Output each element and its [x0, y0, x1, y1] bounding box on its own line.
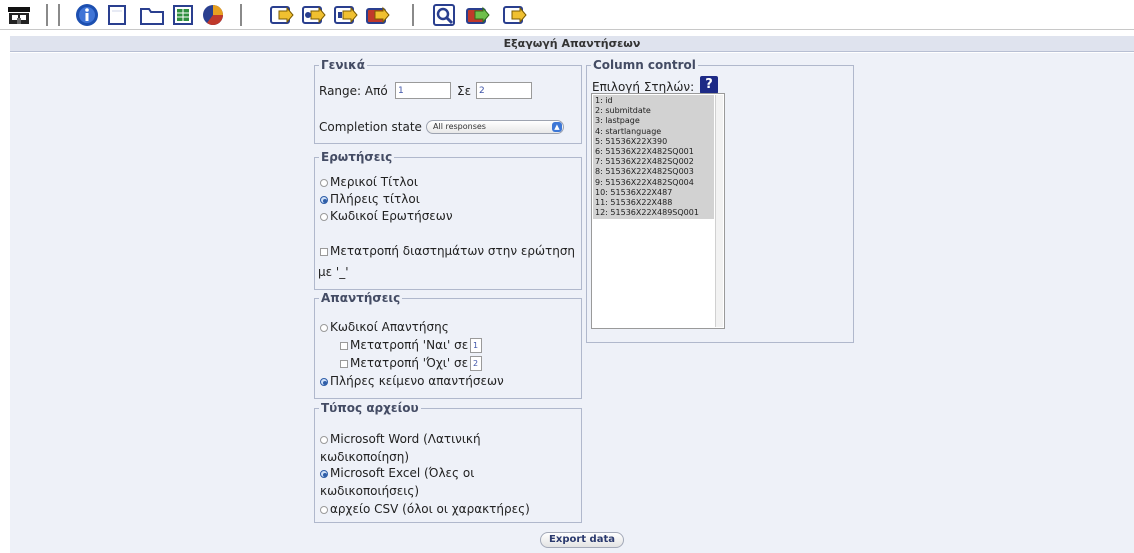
- column-option[interactable]: 5: 51536X22X390: [595, 137, 712, 147]
- range-to-label: Σε: [457, 84, 472, 98]
- csv-option[interactable]: αρχείο CSV (όλοι οι χαρακτήρες): [320, 502, 530, 516]
- column-option[interactable]: 9: 51536X22X482SQ004: [595, 178, 712, 188]
- question-codes-option[interactable]: Κωδικοί Ερωτήσεων: [320, 209, 453, 223]
- questions-legend: Ερωτήσεις: [321, 150, 393, 164]
- page-title: Εξαγωγή Απαντήσεων: [10, 36, 1134, 52]
- column-option[interactable]: 12: 51536X22X489SQ001: [595, 208, 712, 218]
- column-option[interactable]: 2: submitdate: [595, 106, 712, 116]
- column-option[interactable]: 1: id: [595, 96, 712, 106]
- listbox-scrollbar[interactable]: [715, 95, 723, 327]
- export-data-button[interactable]: Export data: [540, 532, 624, 548]
- column-option[interactable]: 10: 51536X22X487: [595, 188, 712, 198]
- export-arrow-icon[interactable]: [332, 3, 360, 27]
- convert-spaces-option[interactable]: Μετατροπή διαστημάτων στην ερώτηση: [320, 244, 575, 258]
- answer-full-text-label: Πλήρες κείμενο απαντήσεων: [330, 374, 504, 388]
- checkbox[interactable]: [340, 359, 348, 368]
- chevron-down-icon: ▲: [552, 122, 562, 132]
- columns-listbox[interactable]: 1: id 2: submitdate 3: lastpage 4: startlan…: [591, 93, 725, 329]
- column-option[interactable]: 7: 51536X22X482SQ002: [595, 157, 712, 167]
- convert-no-label: Μετατροπή 'Όχι' σε: [350, 356, 469, 370]
- question-partial-titles-label: Μερικοί Τίτλοι: [330, 175, 418, 189]
- radio-button[interactable]: [320, 212, 328, 221]
- excel-label-continued: κωδικοποιήσεις): [320, 484, 420, 498]
- folder-icon[interactable]: [138, 3, 166, 27]
- radio-button[interactable]: [320, 505, 328, 514]
- help-icon[interactable]: ?: [700, 76, 718, 94]
- radio-button[interactable]: [320, 435, 328, 444]
- convert-no-input[interactable]: [470, 356, 482, 371]
- radio-button-selected[interactable]: [320, 469, 328, 478]
- question-full-titles-label: Πλήρεις τίτλοι: [330, 192, 420, 206]
- export-arrow-icon[interactable]: [500, 3, 530, 27]
- column-option[interactable]: 11: 51536X22X488: [595, 198, 712, 208]
- answer-full-text-option[interactable]: Πλήρες κείμενο απαντήσεων: [320, 374, 504, 388]
- home-icon[interactable]: [6, 3, 32, 27]
- answer-codes-option[interactable]: Κωδικοί Απαντήσης: [320, 320, 449, 334]
- column-control-legend: Column control: [593, 58, 696, 72]
- convert-yes-option[interactable]: Μετατροπή 'Ναι' σε: [340, 338, 468, 352]
- column-option[interactable]: 8: 51536X22X482SQ003: [595, 167, 712, 177]
- radio-button-selected[interactable]: [320, 377, 328, 386]
- radio-button[interactable]: [320, 323, 328, 332]
- radio-button[interactable]: [320, 178, 328, 187]
- excel-option[interactable]: Microsoft Excel (Όλες οι: [320, 466, 474, 480]
- search-icon[interactable]: [430, 3, 460, 27]
- word-label: Microsoft Word (Λατινική: [330, 432, 481, 446]
- range-from-input[interactable]: [395, 82, 451, 99]
- range-label: Range: Από: [319, 84, 388, 98]
- column-option[interactable]: 4: startlanguage: [595, 127, 712, 137]
- general-legend: Γενικά: [321, 58, 365, 72]
- range-to-input[interactable]: [476, 82, 532, 99]
- completion-state-label: Completion state: [319, 120, 422, 134]
- column-option[interactable]: 3: lastpage: [595, 116, 712, 126]
- export-arrow-icon[interactable]: [464, 3, 494, 27]
- completion-state-select[interactable]: All responses ▲: [426, 120, 564, 134]
- export-arrow-icon[interactable]: [268, 3, 296, 27]
- export-arrow-icon[interactable]: [300, 3, 328, 27]
- pie-chart-icon[interactable]: [200, 3, 226, 27]
- toolbar: [0, 0, 1134, 30]
- convert-spaces-label: Μετατροπή διαστημάτων στην ερώτηση: [330, 244, 576, 258]
- question-partial-titles-option[interactable]: Μερικοί Τίτλοι: [320, 175, 418, 189]
- convert-yes-label: Μετατροπή 'Ναι' σε: [350, 338, 469, 352]
- convert-spaces-label-continued: με '_': [318, 265, 349, 279]
- blank-page-icon[interactable]: [104, 3, 130, 27]
- question-codes-label: Κωδικοί Ερωτήσεων: [330, 209, 453, 223]
- word-label-continued: κωδικοποίηση): [320, 450, 410, 464]
- convert-no-option[interactable]: Μετατροπή 'Όχι' σε: [340, 356, 468, 370]
- spreadsheet-icon[interactable]: [170, 3, 196, 27]
- info-icon[interactable]: [74, 3, 100, 27]
- filetype-legend: Τύπος αρχείου: [321, 401, 419, 415]
- checkbox[interactable]: [320, 247, 328, 256]
- completion-state-value: All responses: [433, 122, 486, 131]
- word-option[interactable]: Microsoft Word (Λατινική: [320, 432, 481, 446]
- convert-yes-input[interactable]: [470, 338, 482, 353]
- question-full-titles-option[interactable]: Πλήρεις τίτλοι: [320, 192, 420, 206]
- columns-selected-list: 1: id 2: submitdate 3: lastpage 4: startlan…: [593, 95, 714, 220]
- export-arrow-icon[interactable]: [364, 3, 394, 27]
- column-option[interactable]: 6: 51536X22X482SQ001: [595, 147, 712, 157]
- answer-codes-label: Κωδικοί Απαντήσης: [330, 320, 449, 334]
- radio-button-selected[interactable]: [320, 195, 328, 204]
- choose-columns-label: Επιλογή Στηλών:: [592, 80, 695, 94]
- csv-label: αρχείο CSV (όλοι οι χαρακτήρες): [330, 502, 530, 516]
- checkbox[interactable]: [340, 341, 348, 350]
- excel-label: Microsoft Excel (Όλες οι: [330, 466, 475, 480]
- answers-legend: Απαντήσεις: [321, 291, 401, 305]
